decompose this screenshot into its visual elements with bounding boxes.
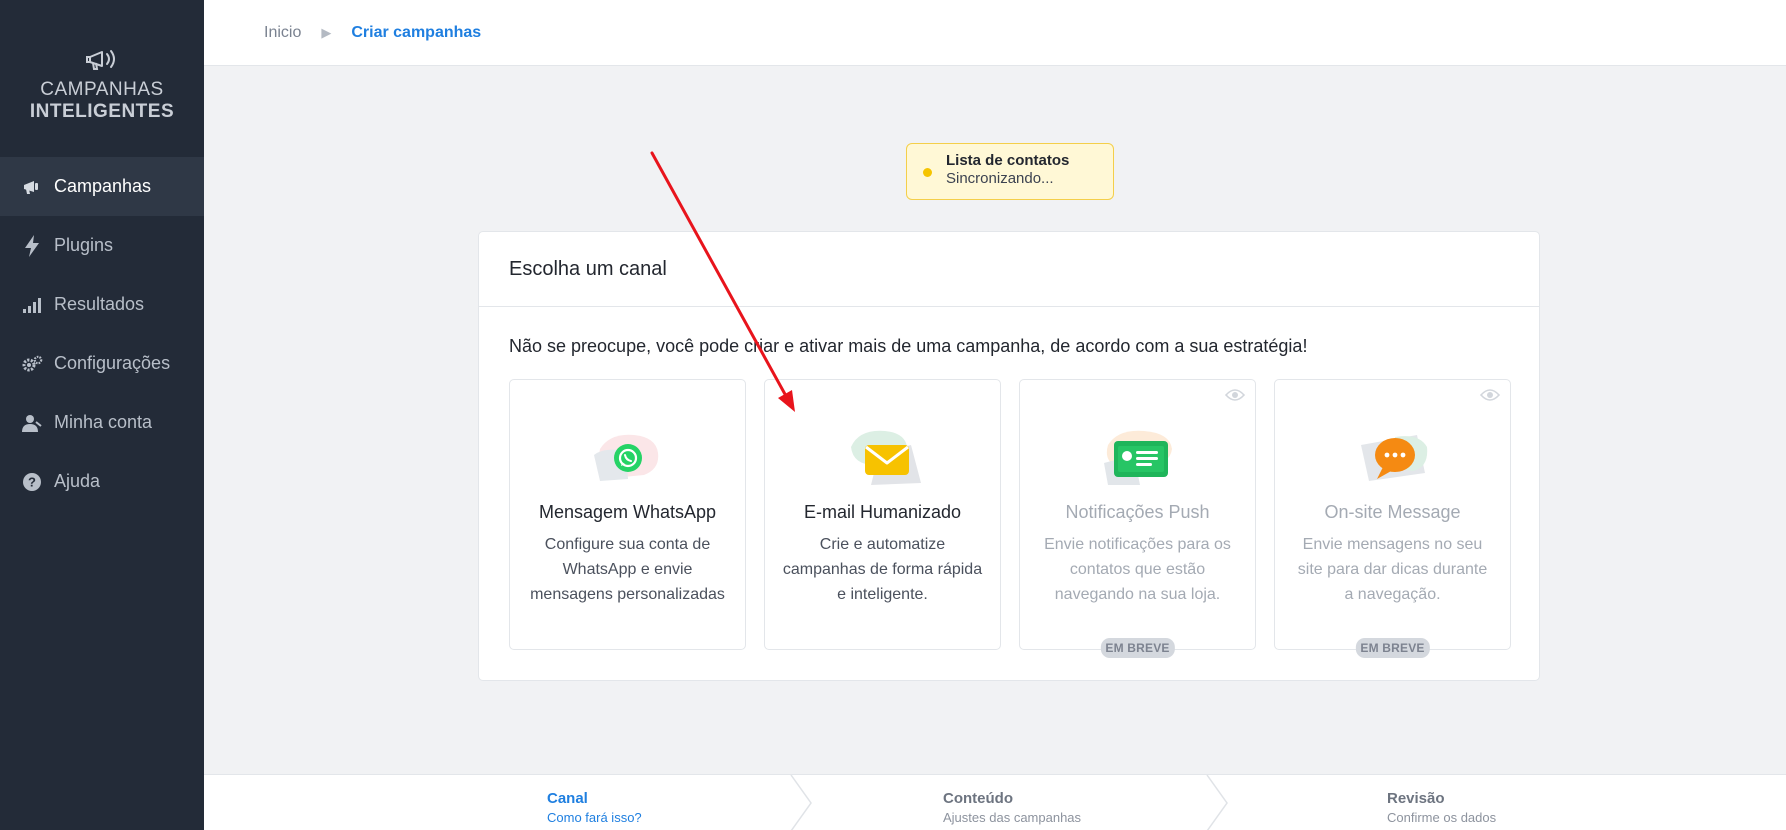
channel-list: Mensagem WhatsApp Configure sua conta de… — [509, 379, 1511, 658]
user-icon — [21, 412, 43, 434]
gears-icon — [21, 353, 43, 375]
sidebar-item-label: Resultados — [54, 294, 145, 314]
logo-text-top: CAMPANHAS — [40, 78, 164, 100]
sidebar-item-label: Ajuda — [54, 471, 101, 491]
sync-status-badge: Lista de contatos Sincronizando... — [906, 143, 1114, 200]
sidebar: CAMPANHAS INTELIGENTES Campanhas Plugins… — [0, 0, 204, 830]
step-separator-chevron-icon — [790, 775, 812, 830]
lightning-icon — [21, 234, 43, 257]
channel-description: Configure sua conta de WhatsApp e envie … — [530, 536, 725, 603]
step-title: Canal — [547, 790, 588, 807]
channel-option-whatsapp[interactable]: Mensagem WhatsApp Configure sua conta de… — [509, 379, 746, 650]
channel-option-onsite: On-site Message Envie mensagens no seu s… — [1274, 379, 1511, 658]
sidebar-nav: Campanhas Plugins Resultados Configuraçõ… — [0, 157, 204, 511]
svg-text:?: ? — [28, 474, 36, 489]
breadcrumb: Inicio ▶ Criar campanhas — [204, 0, 1786, 66]
eye-icon[interactable] — [1480, 388, 1500, 402]
sidebar-item-configuracoes[interactable]: Configurações — [0, 334, 204, 393]
channel-title: E-mail Humanizado — [803, 502, 962, 522]
card-title: Escolha um canal — [479, 232, 1539, 307]
step-revisao[interactable]: Revisão Confirme os dados — [1387, 790, 1496, 826]
channel-description: Crie e automatize campanhas de forma ráp… — [782, 536, 983, 603]
sidebar-item-resultados[interactable]: Resultados — [0, 275, 204, 334]
notification-card-icon — [1103, 430, 1172, 485]
channel-title: Mensagem WhatsApp — [538, 502, 717, 522]
app-logo[interactable]: CAMPANHAS INTELIGENTES — [0, 0, 204, 157]
wizard-steps: Canal Como fará isso? Conteúdo Ajustes d… — [204, 774, 1786, 830]
sync-title: Lista de contatos — [946, 152, 1070, 169]
step-conteudo[interactable]: Conteúdo Ajustes das campanhas — [943, 790, 1081, 826]
sync-status-text: Sincronizando... — [946, 170, 1054, 187]
channel-option-push: Notificações Push Envie notificações par… — [1019, 379, 1256, 658]
megaphone-icon — [21, 176, 43, 198]
coming-soon-badge: EM BREVE — [1100, 638, 1175, 658]
sidebar-item-ajuda[interactable]: ? Ajuda — [0, 452, 204, 511]
status-dot-icon — [923, 168, 932, 177]
chevron-right-icon: ▶ — [321, 24, 332, 40]
card-description: Não se preocupe, você pode criar e ativa… — [509, 336, 1308, 356]
channel-description: Envie notificações para os contatos que … — [1044, 536, 1231, 603]
sidebar-item-label: Configurações — [54, 353, 171, 373]
channel-option-email[interactable]: E-mail Humanizado Crie e automatize camp… — [764, 379, 1001, 650]
step-subtitle: Ajustes das campanhas — [943, 810, 1082, 825]
sidebar-item-label: Plugins — [54, 235, 114, 255]
breadcrumb-current: Criar campanhas — [351, 23, 482, 41]
sidebar-item-plugins[interactable]: Plugins — [0, 216, 204, 275]
sidebar-item-label: Campanhas — [54, 176, 152, 196]
sidebar-item-label: Minha conta — [54, 412, 153, 432]
whatsapp-icon — [593, 434, 658, 481]
step-canal[interactable]: Canal Como fará isso? — [547, 790, 642, 826]
logo-text-bottom: INTELIGENTES — [29, 100, 175, 122]
envelope-icon — [850, 430, 921, 485]
channel-selection-card: Escolha um canal Não se preocupe, você p… — [478, 231, 1540, 681]
channel-title: On-site Message — [1324, 502, 1461, 522]
channel-title: Notificações Push — [1065, 502, 1210, 522]
step-subtitle: Como fará isso? — [547, 810, 642, 825]
step-title: Revisão — [1387, 790, 1445, 807]
megaphone-logo-icon — [86, 49, 115, 70]
sidebar-item-minha-conta[interactable]: Minha conta — [0, 393, 204, 452]
coming-soon-badge: EM BREVE — [1355, 638, 1430, 658]
help-icon: ? — [21, 471, 43, 493]
channel-description: Envie mensagens no seu site para dar dic… — [1297, 536, 1488, 603]
eye-icon[interactable] — [1225, 388, 1245, 402]
step-subtitle: Confirme os dados — [1387, 810, 1497, 825]
step-separator-chevron-icon — [1206, 775, 1228, 830]
step-title: Conteúdo — [943, 790, 1013, 807]
breadcrumb-link-inicio[interactable]: Inicio — [264, 24, 301, 42]
sidebar-item-campanhas[interactable]: Campanhas — [0, 157, 204, 216]
chat-bubble-icon — [1360, 435, 1427, 481]
bar-chart-icon — [21, 294, 43, 316]
